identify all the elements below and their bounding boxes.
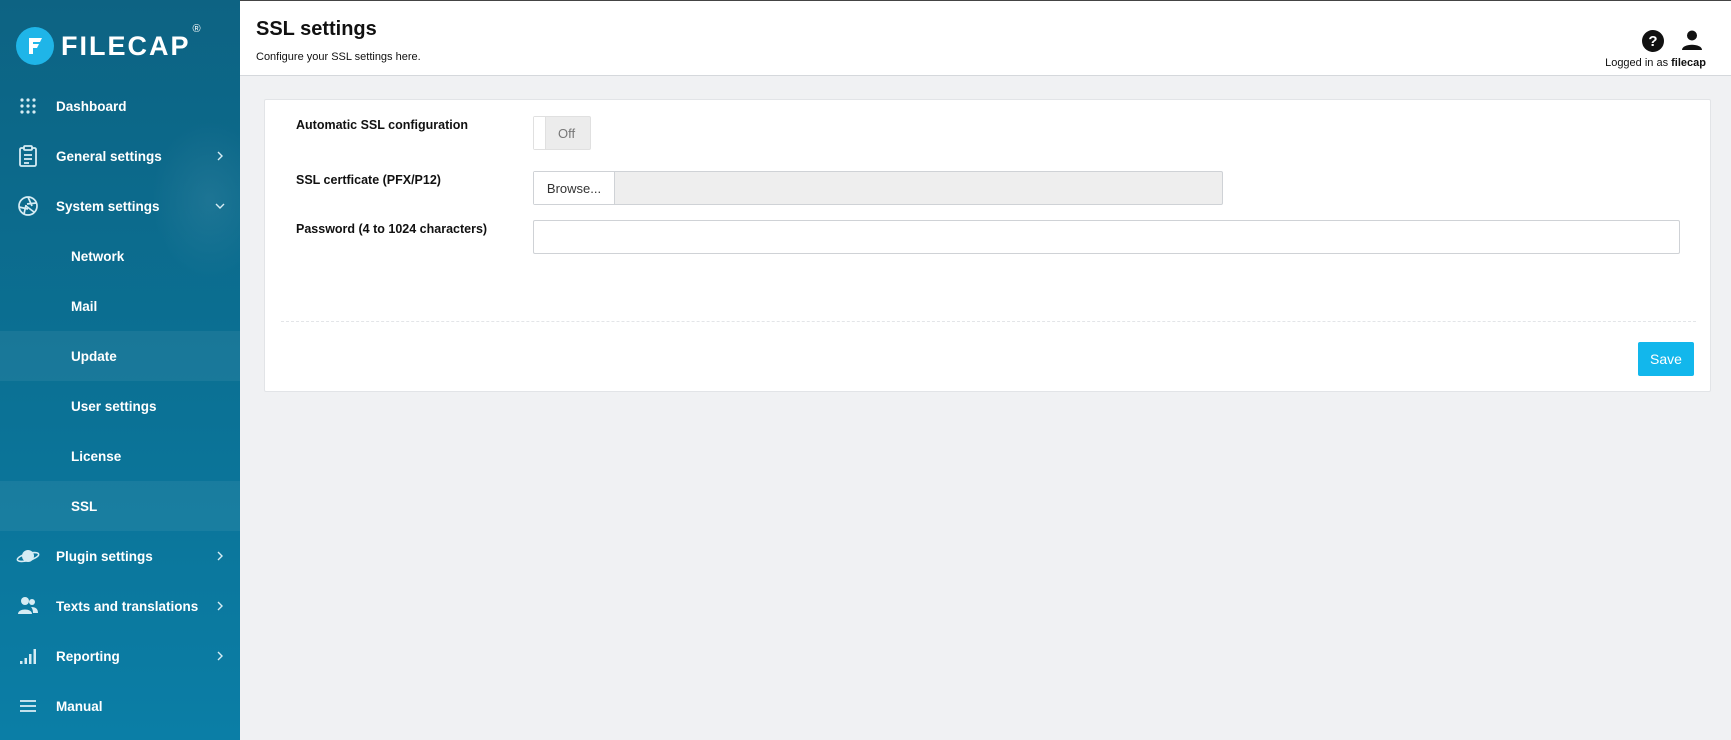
sidebar-subitem-label: SSL (71, 498, 98, 514)
chevron-right-icon (217, 651, 223, 661)
sidebar-nav: Dashboard General settings System settin… (0, 81, 240, 731)
sidebar-subitem-ssl[interactable]: SSL (0, 481, 240, 531)
sidebar: FILECAP® Dashboard General settings Syst… (0, 0, 240, 740)
brand-name: FILECAP® (61, 22, 203, 61)
sidebar-item-label: Dashboard (56, 98, 127, 114)
auto-ssl-label: Automatic SSL configuration (296, 118, 468, 132)
browse-button[interactable]: Browse... (534, 172, 615, 204)
sidebar-item-label: Manual (56, 698, 103, 714)
sidebar-subitem-user-settings[interactable]: User settings (0, 381, 240, 431)
sidebar-subitem-label: Network (71, 248, 125, 264)
sidebar-item-label: General settings (56, 148, 162, 164)
sidebar-subitem-label: Update (71, 348, 117, 364)
chevron-right-icon (217, 151, 223, 161)
planet-icon (16, 544, 40, 568)
sidebar-subitem-label: License (71, 448, 122, 464)
filecap-logo[interactable]: FILECAP® (16, 22, 203, 65)
user-icon[interactable] (1681, 29, 1703, 51)
password-input[interactable] (533, 220, 1680, 254)
filecap-logo-icon (16, 27, 54, 65)
file-name-field[interactable] (615, 172, 1222, 204)
page-title: SSL settings (256, 18, 377, 40)
ssl-settings-card: Automatic SSL configuration Off SSL cert… (264, 99, 1711, 392)
chevron-down-icon (215, 203, 225, 209)
users-icon (16, 594, 40, 618)
sidebar-subitem-mail[interactable]: Mail (0, 281, 240, 331)
ssl-certificate-label: SSL certficate (PFX/P12) (296, 173, 441, 187)
auto-ssl-toggle[interactable]: Off (533, 116, 591, 150)
sidebar-item-texts-and-translations[interactable]: Texts and translations (0, 581, 240, 631)
sidebar-subitem-label: Mail (71, 298, 98, 314)
sidebar-item-plugin-settings[interactable]: Plugin settings (0, 531, 240, 581)
dashboard-grid-icon (16, 94, 40, 118)
form-divider (281, 321, 1696, 322)
menu-lines-icon (16, 694, 40, 718)
page-header: SSL settings Configure your SSL settings… (240, 0, 1731, 76)
help-icon[interactable]: ? (1642, 30, 1664, 52)
clipboard-icon (16, 144, 40, 168)
sidebar-item-label: Plugin settings (56, 548, 153, 564)
sidebar-subitem-network[interactable]: Network (0, 231, 240, 281)
sidebar-item-manual[interactable]: Manual (0, 681, 240, 731)
sidebar-item-system-settings[interactable]: System settings (0, 181, 240, 231)
sidebar-item-label: Reporting (56, 648, 120, 664)
sidebar-subitem-update[interactable]: Update (0, 331, 240, 381)
sidebar-item-label: System settings (56, 198, 160, 214)
page-subtitle: Configure your SSL settings here. (256, 51, 421, 63)
sidebar-subitem-license[interactable]: License (0, 431, 240, 481)
sidebar-subitem-label: User settings (71, 398, 157, 414)
sidebar-item-dashboard[interactable]: Dashboard (0, 81, 240, 131)
signal-bars-icon (16, 644, 40, 668)
toggle-state-label: Off (558, 126, 576, 141)
ssl-certificate-file-input[interactable]: Browse... (533, 171, 1223, 205)
save-button[interactable]: Save (1638, 342, 1694, 376)
chevron-right-icon (217, 601, 223, 611)
sidebar-item-general-settings[interactable]: General settings (0, 131, 240, 181)
username: filecap (1671, 57, 1706, 69)
sidebar-item-label: Texts and translations (56, 598, 199, 614)
chevron-right-icon (217, 551, 223, 561)
aperture-icon (16, 194, 40, 218)
sidebar-item-reporting[interactable]: Reporting (0, 631, 240, 681)
toggle-knob (534, 117, 546, 149)
password-label: Password (4 to 1024 characters) (296, 222, 488, 236)
logged-in-label: Logged in as filecap (1605, 57, 1706, 69)
